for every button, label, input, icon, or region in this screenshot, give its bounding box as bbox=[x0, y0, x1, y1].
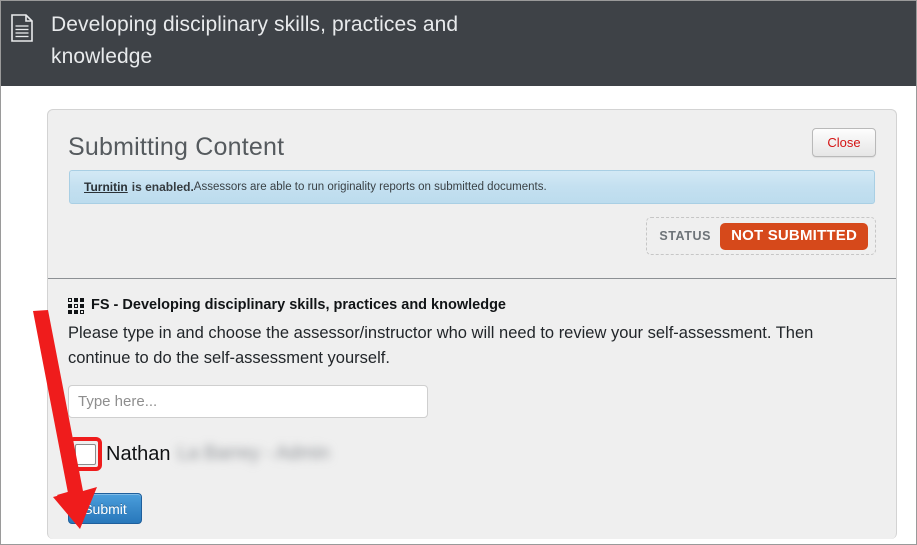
section-heading: FS - Developing disciplinary skills, pra… bbox=[68, 297, 876, 314]
assessor-checkbox-wrapper[interactable] bbox=[68, 437, 102, 471]
turnitin-enabled-text: is enabled. bbox=[131, 180, 194, 194]
assessor-result-row: Nathan La Barrey - Admin bbox=[68, 437, 876, 471]
instruction-text: Please type in and choose the assessor/i… bbox=[68, 324, 814, 367]
document-icon bbox=[9, 13, 35, 43]
status-badge: NOT SUBMITTED bbox=[720, 222, 868, 250]
assessor-search-input[interactable] bbox=[68, 385, 428, 418]
page-root: Developing disciplinary skills, practice… bbox=[0, 0, 917, 545]
content-area: Submitting Content Close Turnitin is ena… bbox=[1, 86, 916, 544]
turnitin-description-text: Assessors are able to run originality re… bbox=[193, 181, 547, 193]
status-box: STATUS NOT SUBMITTED bbox=[646, 217, 876, 255]
section-heading-label: FS - Developing disciplinary skills, pra… bbox=[91, 297, 506, 313]
top-header-bar: Developing disciplinary skills, practice… bbox=[1, 1, 916, 86]
assessor-name-redacted: La Barrey - Admin bbox=[177, 443, 330, 464]
submitting-content-panel: Submitting Content Close Turnitin is ena… bbox=[47, 109, 897, 539]
turnitin-info-banner: Turnitin is enabled. Assessors are able … bbox=[69, 170, 875, 204]
turnitin-link[interactable]: Turnitin bbox=[84, 180, 128, 194]
panel-header: Submitting Content Close Turnitin is ena… bbox=[48, 110, 896, 278]
status-label: STATUS bbox=[659, 229, 712, 243]
assessor-checkbox[interactable] bbox=[74, 443, 96, 465]
close-button[interactable]: Close bbox=[812, 128, 876, 157]
page-title: Developing disciplinary skills, practice… bbox=[51, 13, 459, 68]
panel-title: Submitting Content bbox=[68, 133, 285, 161]
submit-button[interactable]: Submit bbox=[68, 493, 142, 524]
assessor-name: Nathan bbox=[106, 443, 171, 465]
grid-icon bbox=[68, 297, 84, 314]
panel-body: FS - Developing disciplinary skills, pra… bbox=[48, 279, 896, 544]
